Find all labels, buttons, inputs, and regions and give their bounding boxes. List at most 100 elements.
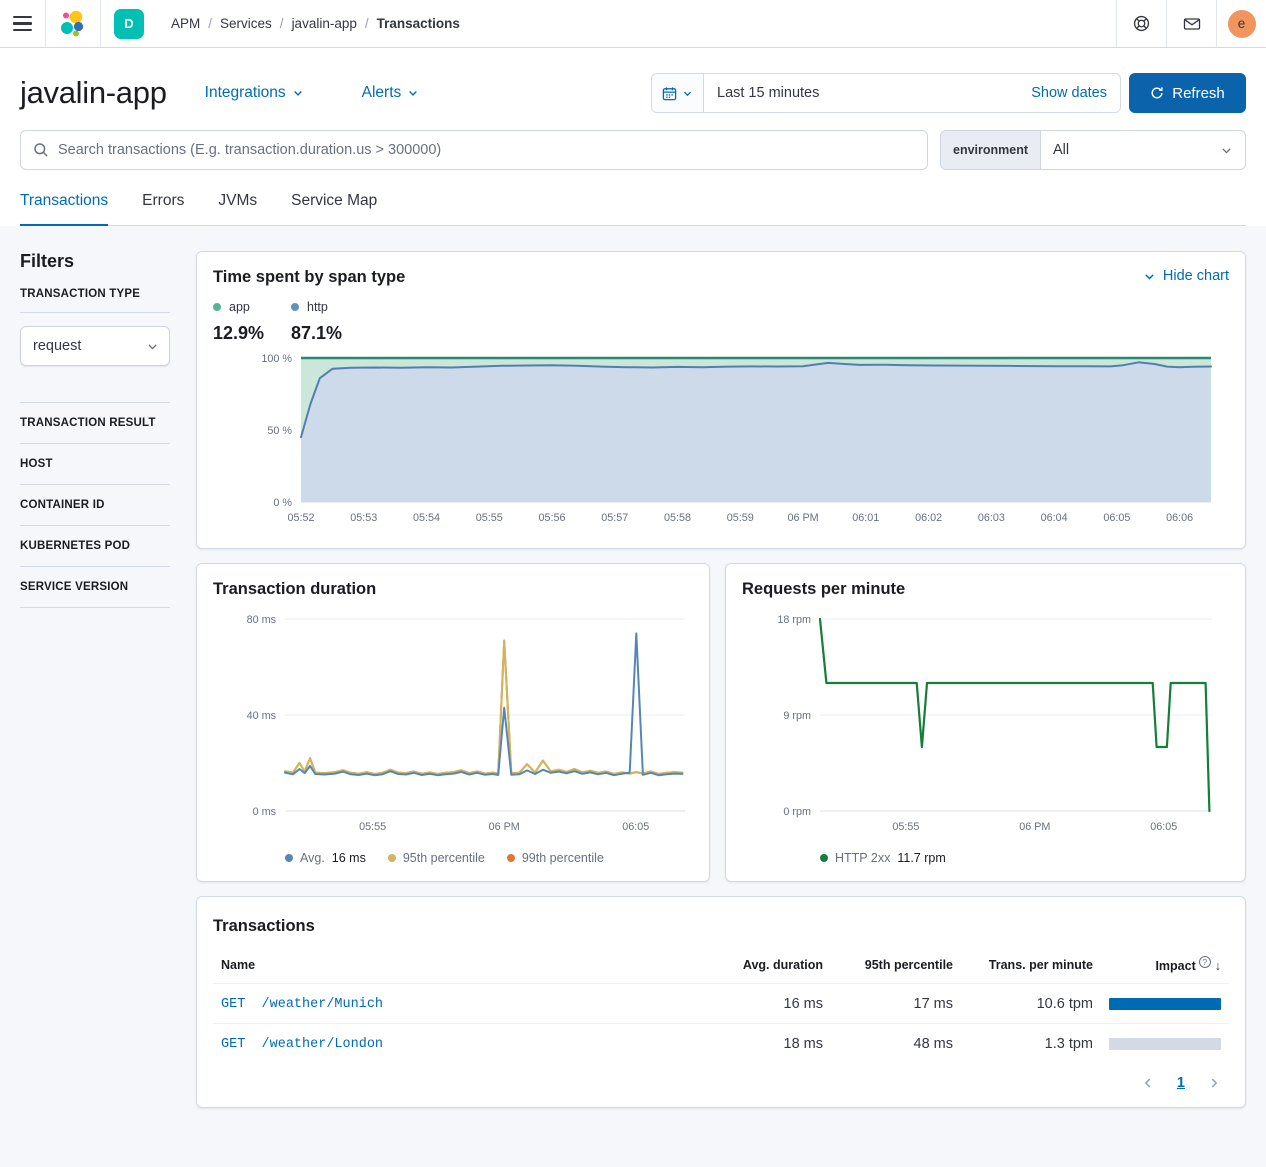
column-header-impact[interactable]: Impact?↓	[1101, 946, 1229, 984]
chevron-left-icon	[1141, 1076, 1155, 1090]
elastic-logo-icon	[59, 10, 87, 38]
date-picker: Last 15 minutes Show dates	[651, 73, 1121, 113]
previous-page-button[interactable]	[1141, 1076, 1155, 1090]
svg-text:06:06: 06:06	[1166, 512, 1193, 524]
avatar: e	[1228, 10, 1256, 38]
svg-text:50 %: 50 %	[267, 425, 292, 437]
column-header-avg-duration: Avg. duration	[711, 946, 831, 984]
tab-jvms[interactable]: JVMs	[218, 192, 257, 226]
menu-button[interactable]	[0, 0, 45, 47]
transactions-table-title: Transactions	[213, 917, 1229, 936]
svg-text:0 rpm: 0 rpm	[783, 806, 811, 818]
p99-legend-dot	[507, 854, 515, 862]
show-dates-button[interactable]: Show dates	[1031, 85, 1120, 101]
svg-text:06:03: 06:03	[978, 512, 1005, 524]
svg-text:05:54: 05:54	[413, 512, 440, 524]
environment-label: environment	[940, 130, 1040, 170]
filter-host[interactable]: HOST	[20, 444, 170, 484]
rpm-chart-title: Requests per minute	[742, 580, 1229, 599]
divider	[20, 607, 170, 608]
span-type-chart-title: Time spent by span type	[213, 268, 405, 287]
time-range-display[interactable]: Last 15 minutes	[704, 85, 1031, 101]
hide-chart-button[interactable]: Hide chart	[1143, 268, 1229, 284]
user-menu-button[interactable]: e	[1217, 0, 1266, 47]
newsfeed-button[interactable]	[1167, 0, 1216, 47]
next-page-button[interactable]	[1207, 1076, 1221, 1090]
requests-per-minute-chart[interactable]: 0 rpm9 rpm18 rpm05:5506 PM06:05	[742, 605, 1229, 847]
integrations-menu[interactable]: Integrations	[205, 84, 304, 102]
time-spent-by-span-type-panel: Time spent by span type Hide chart app h…	[196, 251, 1246, 549]
svg-text:06:04: 06:04	[1041, 512, 1068, 524]
alerts-menu[interactable]: Alerts	[362, 84, 420, 102]
filter-container-id[interactable]: CONTAINER ID	[20, 485, 170, 525]
top-navigation-bar: D APM / Services / javalin-app / Transac…	[0, 0, 1266, 48]
sort-desc-icon[interactable]: ↓	[1215, 959, 1221, 973]
breadcrumb-services[interactable]: Services	[220, 16, 272, 31]
svg-text:06 PM: 06 PM	[787, 512, 818, 524]
transaction-duration-chart[interactable]: 0 ms40 ms80 ms05:5506 PM06:05	[213, 605, 693, 847]
impact-bar	[1109, 998, 1221, 1010]
search-input[interactable]	[58, 142, 915, 158]
transaction-link-london[interactable]: GET /weather/London	[221, 1037, 383, 1052]
svg-text:05:56: 05:56	[539, 512, 566, 524]
filter-transaction-result[interactable]: TRANSACTION RESULT	[20, 403, 170, 443]
legend-item-99th[interactable]: 99th percentile	[507, 851, 604, 865]
breadcrumb-apm[interactable]: APM	[171, 16, 200, 31]
filter-transaction-type-label: TRANSACTION TYPE	[20, 288, 170, 300]
transaction-duration-panel: Transaction duration 0 ms40 ms80 ms05:55…	[196, 563, 710, 882]
tab-service-map[interactable]: Service Map	[291, 192, 377, 226]
page-number-1[interactable]: 1	[1177, 1075, 1185, 1091]
environment-filter: environment All	[940, 130, 1246, 170]
quick-select-button[interactable]	[652, 74, 704, 112]
legend-item-app[interactable]: app	[213, 300, 291, 314]
help-icon	[1132, 14, 1151, 33]
tab-errors[interactable]: Errors	[142, 192, 184, 226]
svg-text:05:53: 05:53	[350, 512, 377, 524]
page-title: javalin-app	[20, 75, 167, 111]
filter-kubernetes-pod[interactable]: KUBERNETES POD	[20, 526, 170, 566]
svg-text:06 PM: 06 PM	[1019, 821, 1050, 833]
svg-text:40 ms: 40 ms	[247, 710, 277, 722]
svg-text:06:05: 06:05	[1103, 512, 1130, 524]
breadcrumb-service-name[interactable]: javalin-app	[292, 16, 357, 31]
legend-item-http[interactable]: http	[291, 300, 369, 314]
column-header-name: Name	[213, 946, 711, 984]
legend-item-http-2xx[interactable]: HTTP 2xx 11.7 rpm	[820, 851, 946, 865]
svg-text:80 ms: 80 ms	[247, 614, 277, 626]
pagination: 1	[213, 1063, 1229, 1101]
column-header-tpm: Trans. per minute	[961, 946, 1101, 984]
http-percentage: 87.1%	[291, 323, 369, 344]
p95-value: 48 ms	[831, 1024, 961, 1064]
environment-select[interactable]: All	[1040, 130, 1246, 170]
svg-text:05:55: 05:55	[892, 821, 919, 833]
svg-text:05:55: 05:55	[359, 821, 386, 833]
transactions-table: Name Avg. duration 95th percentile Trans…	[213, 946, 1229, 1063]
table-row: GET /weather/Munich 16 ms 17 ms 10.6 tpm	[213, 984, 1229, 1024]
refresh-button[interactable]: Refresh	[1129, 73, 1246, 113]
impact-help-icon[interactable]: ?	[1199, 956, 1211, 968]
legend-item-avg[interactable]: Avg. 16 ms	[285, 851, 366, 865]
span-type-chart[interactable]: 0 %50 %100 %05:5205:5305:5405:5505:5605:…	[213, 350, 1229, 532]
svg-text:06:02: 06:02	[915, 512, 942, 524]
svg-text:18 rpm: 18 rpm	[777, 614, 811, 626]
impact-bar	[1109, 1038, 1221, 1050]
help-button[interactable]	[1117, 0, 1166, 47]
app-legend-dot	[213, 303, 221, 311]
menu-icon[interactable]	[13, 16, 32, 32]
tpm-value: 10.6 tpm	[961, 984, 1101, 1024]
legend-item-95th[interactable]: 95th percentile	[388, 851, 485, 865]
tab-transactions[interactable]: Transactions	[20, 192, 108, 226]
chevron-right-icon	[1207, 1076, 1221, 1090]
transaction-link-munich[interactable]: GET /weather/Munich	[221, 997, 383, 1012]
filter-service-version[interactable]: SERVICE VERSION	[20, 567, 170, 607]
transaction-type-select[interactable]: request	[20, 326, 170, 366]
transactions-table-panel: Transactions Name Avg. duration 95th per…	[196, 896, 1246, 1108]
service-tabs: Transactions Errors JVMs Service Map	[20, 192, 1246, 226]
breadcrumb: APM / Services / javalin-app / Transacti…	[157, 0, 460, 47]
p95-legend-dot	[388, 854, 396, 862]
chevron-down-icon	[146, 340, 159, 353]
svg-text:05:57: 05:57	[601, 512, 628, 524]
svg-text:9 rpm: 9 rpm	[783, 710, 811, 722]
elastic-logo[interactable]	[46, 0, 100, 47]
space-badge[interactable]: D	[114, 9, 144, 39]
